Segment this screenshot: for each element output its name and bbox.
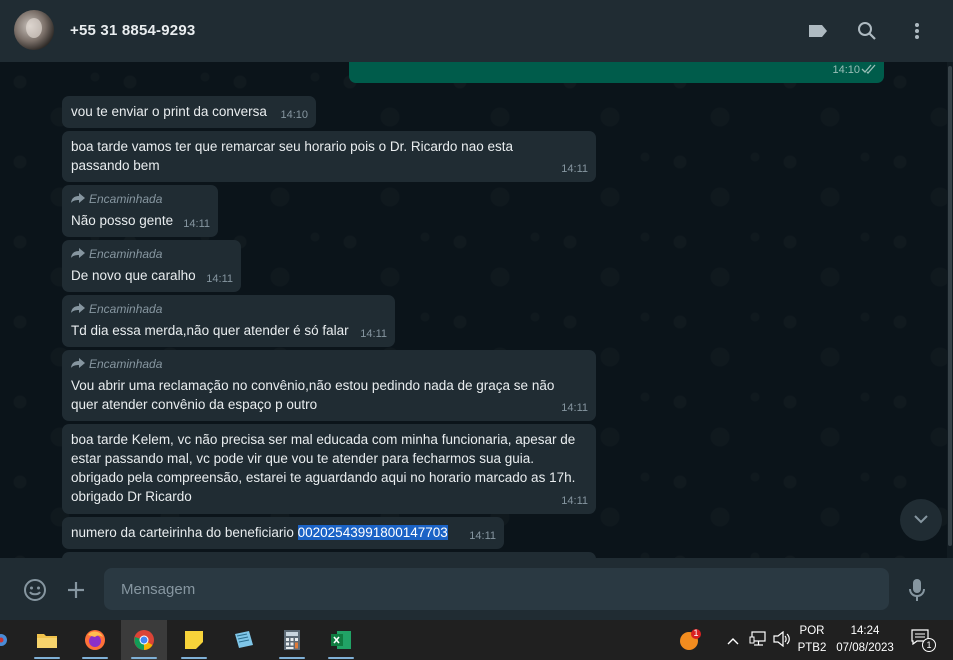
notification-app-icon[interactable]: 1 — [679, 628, 701, 651]
more-vert-icon[interactable] — [905, 19, 929, 43]
running-indicator — [181, 657, 207, 659]
label-icon[interactable] — [806, 19, 830, 43]
message-text: Vou abrir uma reclamação no convênio,não… — [71, 378, 555, 412]
running-indicator — [34, 657, 60, 659]
message-incoming[interactable]: boa tarde Kelem, vc não precisa ser mal … — [62, 424, 596, 514]
forwarded-label: Encaminhada — [71, 301, 386, 317]
forwarded-label: Encaminhada — [71, 246, 232, 262]
clock-time[interactable]: 14:24 — [833, 625, 897, 637]
message-composer — [0, 558, 953, 620]
excel-icon[interactable] — [318, 620, 364, 660]
message-text: numero da carteirinha do beneficiario — [71, 525, 298, 540]
action-center-icon[interactable]: 1 — [911, 629, 937, 653]
message-text: boa tarde vamos ter que remarcar seu hor… — [71, 139, 513, 173]
forward-icon — [71, 190, 85, 209]
scrollbar-thumb[interactable] — [948, 66, 952, 546]
language-indicator[interactable]: POR — [796, 625, 828, 637]
keyboard-layout[interactable]: PTB2 — [796, 642, 828, 654]
message-incoming[interactable]: numero da carteirinha do beneficiario 00… — [62, 517, 504, 549]
message-incoming[interactable]: vou te enviar o print da conversa 14:10 — [62, 96, 316, 128]
forward-icon — [71, 355, 85, 374]
message-time: 14:11 — [183, 218, 210, 230]
contact-name[interactable]: +55 31 8854-9293 — [70, 22, 195, 39]
emoji-icon[interactable] — [22, 577, 48, 603]
message-incoming[interactable]: Encaminhada Vou abrir uma reclamação no … — [62, 350, 596, 421]
message-incoming[interactable]: boa tarde vamos ter que remarcar seu hor… — [62, 131, 596, 182]
message-input[interactable] — [104, 568, 889, 610]
message-text: Td dia essa merda,não quer atender é só … — [71, 323, 349, 338]
message-outgoing[interactable]: 14:10 — [349, 62, 884, 83]
running-indicator — [131, 657, 157, 659]
network-icon[interactable] — [749, 631, 767, 652]
message-time: 14:11 — [469, 530, 496, 542]
forwarded-text: Encaminhada — [89, 301, 163, 316]
selected-card-number[interactable]: 00202543991800147703 — [297, 525, 448, 540]
notification-badge: 1 — [693, 628, 699, 638]
whatsapp-window: +55 31 8854-9293 14:10 vou te enviar o p… — [0, 0, 953, 620]
forwarded-label: Encaminhada — [71, 356, 574, 372]
message-incoming[interactable]: Encaminhada De novo que caralho 14:11 — [62, 240, 241, 292]
sticky-notes-icon[interactable] — [171, 620, 217, 660]
message-time: 14:10 — [832, 64, 860, 76]
message-time: 14:11 — [561, 495, 588, 507]
message-text: boa tarde Kelem, vc não precisa ser mal … — [71, 432, 576, 504]
forwarded-text: Encaminhada — [89, 246, 163, 261]
calculator-icon[interactable] — [269, 620, 315, 660]
chevron-up-icon[interactable] — [727, 632, 739, 650]
microphone-icon[interactable] — [904, 577, 930, 603]
double-check-icon — [861, 62, 877, 79]
clock-date[interactable]: 07/08/2023 — [831, 642, 899, 654]
chat-header[interactable]: +55 31 8854-9293 — [0, 0, 953, 62]
taskbar: 1 POR PTB2 14:24 07/08/2023 1 — [0, 620, 953, 660]
action-center-badge: 1 — [922, 638, 936, 652]
forward-icon — [71, 300, 85, 319]
firefox-icon[interactable] — [72, 620, 118, 660]
chevron-down-icon — [913, 511, 929, 529]
chrome-icon[interactable] — [121, 620, 167, 660]
forwarded-text: Encaminhada — [89, 356, 163, 371]
message-time: 14:11 — [360, 328, 387, 340]
settings-app-icon[interactable] — [0, 620, 16, 660]
running-indicator — [279, 657, 305, 659]
running-indicator — [82, 657, 108, 659]
volume-icon[interactable] — [773, 630, 791, 652]
message-time: 14:11 — [561, 163, 588, 175]
search-icon[interactable] — [855, 19, 879, 43]
message-time: 14:10 — [280, 109, 308, 121]
running-indicator — [328, 657, 354, 659]
forward-icon — [71, 245, 85, 264]
scroll-to-bottom-button[interactable] — [900, 499, 942, 541]
message-text: vou te enviar o print da conversa — [71, 104, 267, 119]
message-incoming[interactable]: Encaminhada Não posso gente 14:11 — [62, 185, 218, 237]
avatar[interactable] — [14, 10, 54, 50]
file-explorer-icon[interactable] — [24, 620, 70, 660]
message-list[interactable]: 14:10 vou te enviar o print da conversa … — [0, 62, 947, 558]
notepad-icon[interactable] — [220, 620, 266, 660]
forwarded-label: Encaminhada — [71, 191, 209, 207]
forwarded-text: Encaminhada — [89, 191, 163, 206]
message-time: 14:11 — [206, 273, 233, 285]
message-incoming[interactable]: Encaminhada Td dia essa merda,não quer a… — [62, 295, 395, 347]
attach-plus-icon[interactable] — [63, 577, 89, 603]
message-time: 14:11 — [561, 402, 588, 414]
